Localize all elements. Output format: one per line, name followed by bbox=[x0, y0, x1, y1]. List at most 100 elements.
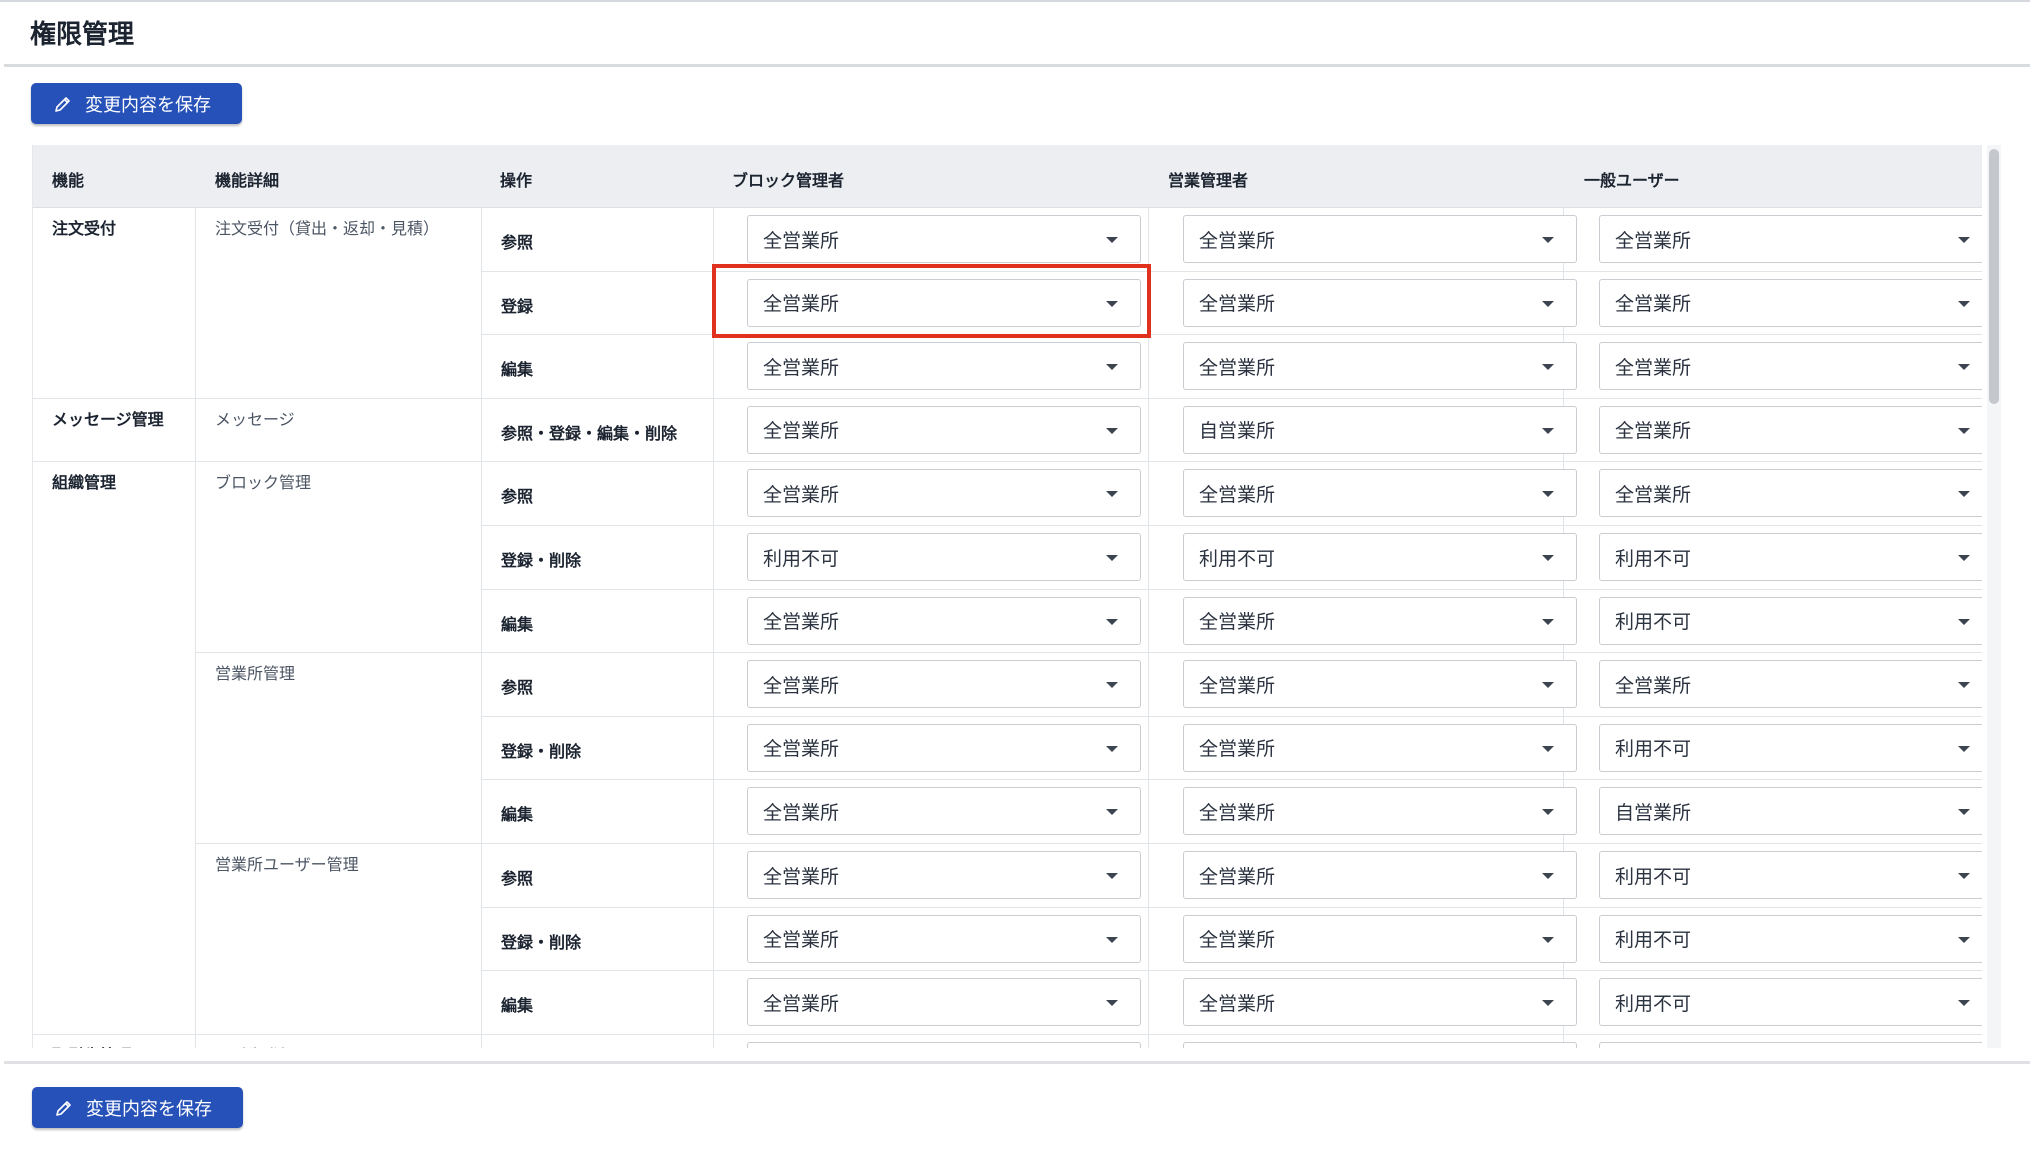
select-general-user[interactable]: 全営業所 bbox=[1599, 278, 1982, 327]
caret-down-icon bbox=[1958, 936, 1970, 943]
select-block-admin[interactable]: 全営業所 bbox=[747, 278, 1141, 327]
save-button-label: 変更内容を保存 bbox=[86, 1098, 212, 1120]
select-block-admin[interactable]: 全営業所 bbox=[747, 851, 1141, 899]
select-block-admin[interactable] bbox=[747, 1041, 1141, 1048]
select-value: 全営業所 bbox=[1615, 229, 1692, 252]
pencil-icon bbox=[56, 1100, 71, 1116]
cell-operation: 登録・削除 bbox=[501, 741, 582, 761]
caret-down-icon bbox=[1958, 364, 1970, 371]
select-sales-admin[interactable]: 全営業所 bbox=[1183, 723, 1577, 772]
select-sales-admin[interactable]: 全営業所 bbox=[1183, 851, 1577, 899]
caret-down-icon bbox=[1106, 555, 1118, 561]
row-divider bbox=[195, 652, 1982, 654]
select-value: 全営業所 bbox=[1615, 293, 1692, 316]
select-value: 全営業所 bbox=[1615, 674, 1692, 697]
select-general-user[interactable]: 利用不可 bbox=[1599, 596, 1982, 645]
column-divider bbox=[1148, 207, 1149, 1048]
page-title: 権限管理 bbox=[30, 20, 135, 50]
select-block-admin[interactable]: 全営業所 bbox=[747, 723, 1141, 772]
select-value: 全営業所 bbox=[763, 801, 840, 824]
cell-operation: 参照 bbox=[501, 678, 534, 698]
caret-down-icon bbox=[1542, 809, 1554, 816]
select-general-user[interactable]: 全営業所 bbox=[1599, 215, 1982, 263]
row-divider bbox=[481, 715, 1982, 717]
scrollbar-thumb[interactable] bbox=[1989, 149, 1999, 404]
caret-down-icon bbox=[1542, 618, 1554, 625]
caret-down-icon bbox=[1542, 491, 1554, 498]
caret-down-icon bbox=[1542, 300, 1554, 307]
select-block-admin[interactable]: 利用不可 bbox=[747, 533, 1141, 581]
select-sales-admin[interactable] bbox=[1183, 1041, 1577, 1048]
select-sales-admin[interactable]: 全営業所 bbox=[1183, 978, 1577, 1027]
select-sales-admin[interactable]: 全営業所 bbox=[1183, 278, 1577, 327]
permission-table: 機能 機能詳細 操作 ブロック管理者 営業管理者 一般ユーザー 注文受付 注文受付… bbox=[32, 145, 1982, 1048]
select-general-user[interactable]: 全営業所 bbox=[1599, 660, 1982, 709]
select-sales-admin[interactable]: 自営業所 bbox=[1183, 405, 1577, 454]
cell-operation: 編集 bbox=[501, 360, 534, 380]
select-value: 自営業所 bbox=[1199, 420, 1276, 443]
select-sales-admin[interactable]: 全営業所 bbox=[1183, 342, 1577, 391]
select-block-admin[interactable]: 全営業所 bbox=[747, 660, 1141, 709]
select-general-user[interactable]: 利用不可 bbox=[1599, 914, 1982, 963]
select-general-user[interactable]: 利用不可 bbox=[1599, 533, 1982, 581]
select-block-admin[interactable]: 全営業所 bbox=[747, 978, 1141, 1027]
select-block-admin[interactable]: 全営業所 bbox=[747, 596, 1141, 645]
select-general-user[interactable]: 全営業所 bbox=[1599, 469, 1982, 518]
select-value: 利用不可 bbox=[763, 547, 840, 570]
select-sales-admin[interactable]: 全営業所 bbox=[1183, 215, 1577, 263]
select-block-admin[interactable]: 全営業所 bbox=[747, 787, 1141, 836]
caret-down-icon bbox=[1106, 1000, 1118, 1007]
caret-down-icon bbox=[1958, 491, 1970, 498]
select-value: 全営業所 bbox=[763, 611, 840, 634]
select-general-user[interactable]: 利用不可 bbox=[1599, 978, 1982, 1027]
select-value: 全営業所 bbox=[1199, 611, 1276, 634]
select-block-admin[interactable]: 全営業所 bbox=[747, 405, 1141, 454]
row-divider bbox=[481, 270, 1982, 272]
cell-operation: 登録・削除 bbox=[501, 551, 582, 570]
select-sales-admin[interactable]: 全営業所 bbox=[1183, 914, 1577, 963]
page-header: 権限管理 bbox=[4, 2, 2030, 67]
select-sales-admin[interactable]: 全営業所 bbox=[1183, 660, 1577, 709]
save-button-bottom[interactable]: 変更内容を保存 bbox=[32, 1087, 243, 1128]
caret-down-icon bbox=[1958, 745, 1970, 752]
pencil-icon bbox=[55, 96, 70, 112]
select-general-user[interactable]: 利用不可 bbox=[1599, 723, 1982, 772]
select-general-user[interactable]: 自営業所 bbox=[1599, 787, 1982, 836]
cell-function-detail: 取引先登録 bbox=[215, 1042, 295, 1048]
column-divider bbox=[713, 207, 714, 1048]
caret-down-icon bbox=[1542, 745, 1554, 752]
select-block-admin[interactable]: 全営業所 bbox=[747, 215, 1141, 263]
table-header: 機能 機能詳細 操作 ブロック管理者 営業管理者 一般ユーザー bbox=[33, 145, 1982, 208]
row-divider bbox=[481, 970, 1982, 972]
select-general-user[interactable]: 全営業所 bbox=[1599, 342, 1982, 391]
select-value: 全営業所 bbox=[1199, 929, 1276, 952]
caret-down-icon bbox=[1958, 427, 1970, 434]
select-value: 利用不可 bbox=[1615, 992, 1692, 1015]
select-block-admin[interactable]: 全営業所 bbox=[747, 914, 1141, 963]
row-divider bbox=[481, 588, 1982, 590]
header-sales-admin: 営業管理者 bbox=[1168, 171, 1249, 190]
row-divider bbox=[481, 906, 1982, 908]
row-divider bbox=[481, 779, 1982, 781]
caret-down-icon bbox=[1106, 873, 1118, 879]
row-divider bbox=[481, 525, 1982, 526]
select-value: 全営業所 bbox=[763, 929, 840, 952]
select-sales-admin[interactable]: 全営業所 bbox=[1183, 787, 1577, 836]
cell-operation: 参照 bbox=[501, 487, 534, 507]
row-divider bbox=[33, 1033, 1982, 1035]
select-sales-admin[interactable]: 全営業所 bbox=[1183, 596, 1577, 645]
select-general-user[interactable]: 全営業所 bbox=[1599, 405, 1982, 454]
save-button-top[interactable]: 変更内容を保存 bbox=[31, 83, 242, 124]
select-sales-admin[interactable]: 利用不可 bbox=[1183, 533, 1577, 581]
cell-operation: 編集 bbox=[501, 805, 534, 825]
select-sales-admin[interactable]: 全営業所 bbox=[1183, 469, 1577, 518]
cell-function: メッセージ管理 bbox=[52, 409, 164, 429]
select-block-admin[interactable]: 全営業所 bbox=[747, 469, 1141, 518]
select-general-user[interactable]: 利用不可 bbox=[1599, 851, 1982, 899]
cell-operation: 登録 bbox=[501, 296, 534, 316]
caret-down-icon bbox=[1106, 237, 1118, 243]
select-block-admin[interactable]: 全営業所 bbox=[747, 342, 1141, 391]
caret-down-icon bbox=[1542, 873, 1554, 879]
select-general-user[interactable] bbox=[1599, 1041, 1982, 1048]
select-value: 全営業所 bbox=[1199, 356, 1276, 379]
